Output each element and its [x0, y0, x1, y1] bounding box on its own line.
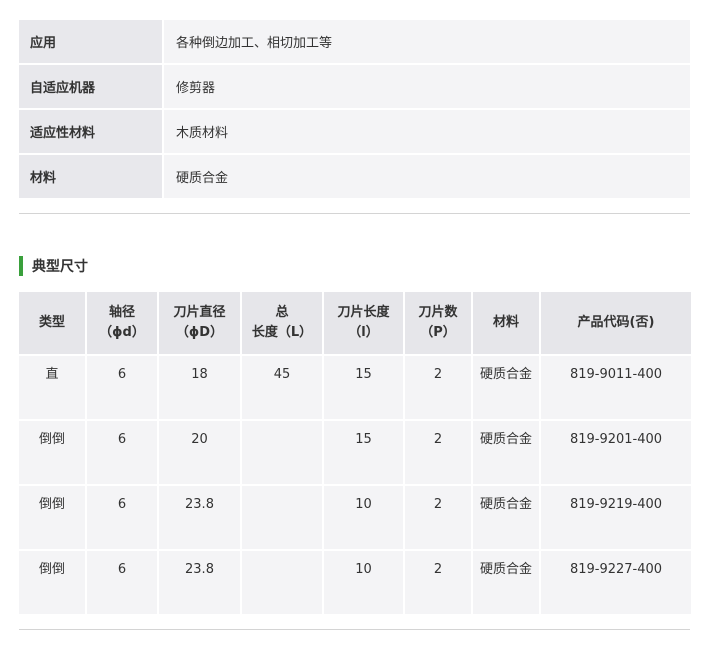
cell-shank-diameter: 6 [86, 550, 159, 616]
dimensions-table: 类型 轴径 （ϕd） 刀片直径 （ϕD） 总 长度（L） 刀片长度 （l） 刀片… [19, 292, 691, 616]
cell-material: 硬质合金 [472, 485, 541, 551]
col-header-total-length: 总 长度（L） [241, 292, 324, 356]
table-row: 倒倒 6 20 15 2 硬质合金 819-9201-400 [19, 420, 691, 486]
bottom-divider [19, 629, 690, 630]
cell-blade-count: 2 [404, 485, 473, 551]
cell-product-code: 819-9219-400 [540, 485, 691, 551]
spec-row-material: 材料 硬质合金 [19, 154, 690, 200]
col-header-product-code: 产品代码(否) [540, 292, 691, 356]
spec-value: 各种倒边加工、相切加工等 [163, 20, 690, 65]
cell-total-length [241, 420, 324, 486]
spec-value: 硬质合金 [163, 154, 690, 200]
col-header-material: 材料 [472, 292, 541, 356]
spec-label: 适应性材料 [19, 109, 164, 155]
cell-type: 倒倒 [19, 420, 87, 486]
cell-shank-diameter: 6 [86, 485, 159, 551]
spec-value: 修剪器 [163, 64, 690, 110]
table-header-row: 类型 轴径 （ϕd） 刀片直径 （ϕD） 总 长度（L） 刀片长度 （l） 刀片… [19, 292, 691, 356]
col-header-blade-diameter: 刀片直径 （ϕD） [158, 292, 242, 356]
cell-total-length [241, 550, 324, 616]
cell-product-code: 819-9011-400 [540, 355, 691, 421]
product-page: { "specs": [ {"label": "应用", "value": "各… [0, 0, 711, 654]
cell-type: 倒倒 [19, 550, 87, 616]
cell-product-code: 819-9201-400 [540, 420, 691, 486]
cell-material: 硬质合金 [472, 355, 541, 421]
table-row: 倒倒 6 23.8 10 2 硬质合金 819-9219-400 [19, 485, 691, 551]
cell-type: 倒倒 [19, 485, 87, 551]
cell-type: 直 [19, 355, 87, 421]
cell-product-code: 819-9227-400 [540, 550, 691, 616]
table-row: 直 6 18 45 15 2 硬质合金 819-9011-400 [19, 355, 691, 421]
cell-blade-diameter: 18 [158, 355, 242, 421]
cell-blade-diameter: 23.8 [158, 550, 242, 616]
spec-label: 应用 [19, 20, 164, 65]
cell-blade-count: 2 [404, 420, 473, 486]
spec-table: 应用 各种倒边加工、相切加工等 自适应机器 修剪器 适应性材料 木质材料 材料 … [19, 20, 690, 200]
col-header-blade-length: 刀片长度 （l） [323, 292, 405, 356]
section-heading: 典型尺寸 [19, 256, 88, 276]
section-accent-bar [19, 256, 23, 276]
cell-shank-diameter: 6 [86, 420, 159, 486]
table-row: 倒倒 6 23.8 10 2 硬质合金 819-9227-400 [19, 550, 691, 616]
cell-blade-count: 2 [404, 550, 473, 616]
col-header-shank-diameter: 轴径 （ϕd） [86, 292, 159, 356]
cell-blade-length: 15 [323, 420, 405, 486]
cell-total-length: 45 [241, 355, 324, 421]
cell-blade-diameter: 23.8 [158, 485, 242, 551]
spec-label: 自适应机器 [19, 64, 164, 110]
col-header-type: 类型 [19, 292, 87, 356]
cell-material: 硬质合金 [472, 550, 541, 616]
cell-blade-diameter: 20 [158, 420, 242, 486]
col-header-blade-count: 刀片数 （P） [404, 292, 473, 356]
cell-blade-length: 15 [323, 355, 405, 421]
section-divider [19, 213, 690, 214]
spec-row-application: 应用 各种倒边加工、相切加工等 [19, 20, 690, 65]
cell-shank-diameter: 6 [86, 355, 159, 421]
spec-value: 木质材料 [163, 109, 690, 155]
spec-label: 材料 [19, 154, 164, 200]
cell-blade-length: 10 [323, 485, 405, 551]
section-title: 典型尺寸 [32, 259, 88, 275]
cell-blade-length: 10 [323, 550, 405, 616]
spec-row-machine: 自适应机器 修剪器 [19, 64, 690, 110]
cell-total-length [241, 485, 324, 551]
cell-blade-count: 2 [404, 355, 473, 421]
cell-material: 硬质合金 [472, 420, 541, 486]
spec-row-workpiece-material: 适应性材料 木质材料 [19, 109, 690, 155]
